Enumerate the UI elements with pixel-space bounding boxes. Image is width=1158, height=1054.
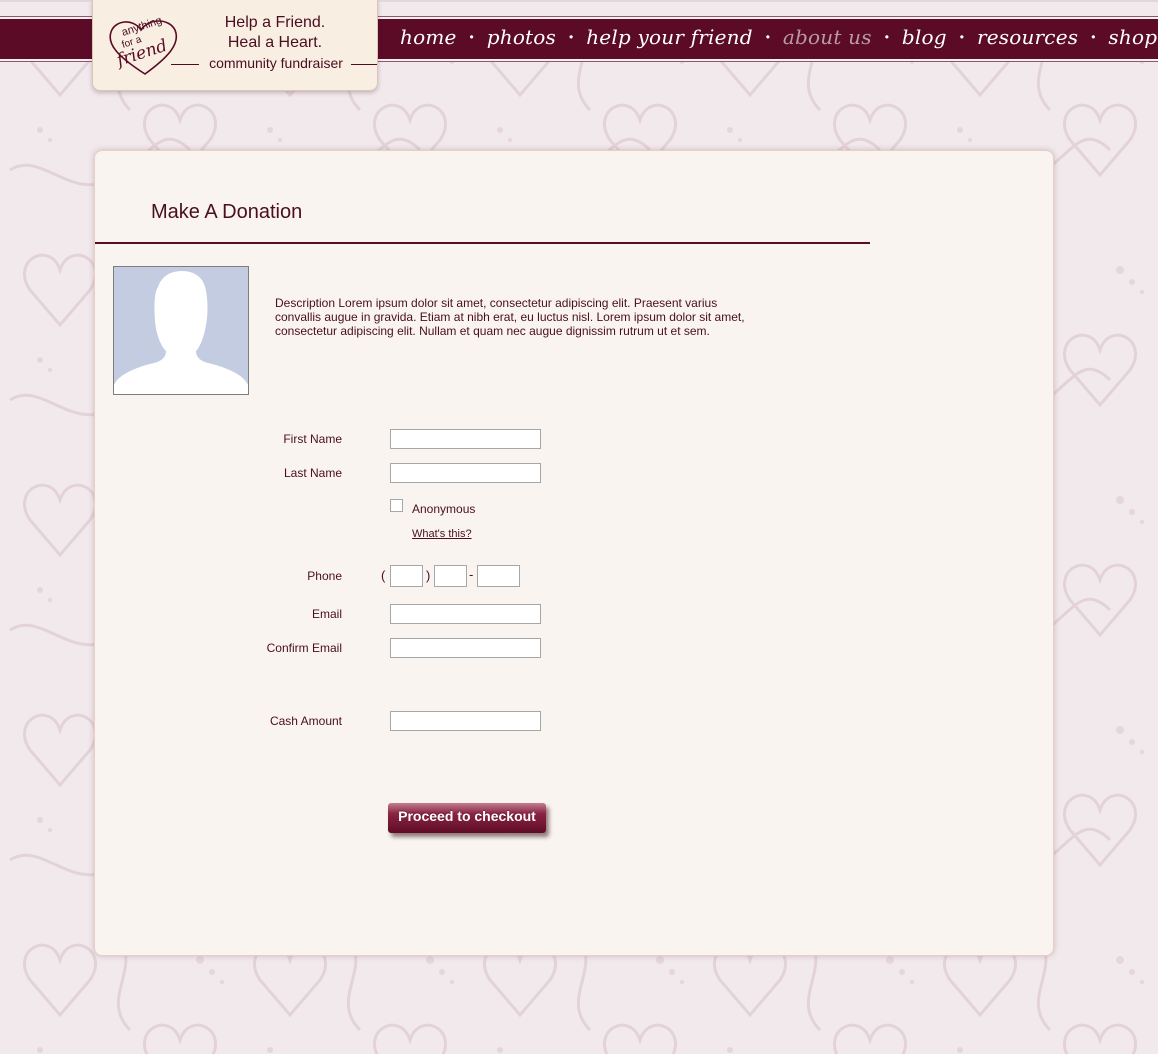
confirm-email-label: Confirm Email xyxy=(266,641,342,655)
cash-amount-label: Cash Amount xyxy=(269,714,342,728)
title-divider xyxy=(95,242,870,244)
logo-subtitle: community fundraiser xyxy=(209,55,343,71)
logo-tagline-1: Help a Friend. xyxy=(224,14,326,31)
donation-description: Description Lorem ipsum dolor sit amet, … xyxy=(275,296,745,338)
phone-close-paren: ) xyxy=(426,568,431,583)
anonymous-label: Anonymous xyxy=(412,502,476,516)
phone-line-input[interactable] xyxy=(477,565,520,587)
last-name-label: Last Name xyxy=(283,466,342,480)
email-input[interactable] xyxy=(390,604,541,624)
last-name-input[interactable] xyxy=(390,463,541,483)
confirm-email-input[interactable] xyxy=(390,638,541,658)
first-name-label: First Name xyxy=(283,432,342,446)
logo-divider xyxy=(171,64,199,65)
nav-shop[interactable]: shop xyxy=(1108,25,1157,49)
nav-home[interactable]: home xyxy=(400,25,457,49)
nav-about-us[interactable]: about us xyxy=(783,25,872,49)
anonymous-checkbox[interactable] xyxy=(390,499,403,512)
phone-area-code-input[interactable] xyxy=(390,565,423,587)
phone-label: Phone xyxy=(307,569,342,583)
profile-photo xyxy=(113,266,249,395)
phone-prefix-input[interactable] xyxy=(434,565,467,587)
nav-separator: • xyxy=(959,30,964,44)
nav-separator: • xyxy=(569,30,574,44)
cash-amount-input[interactable] xyxy=(390,711,541,731)
nav-separator: • xyxy=(884,30,889,44)
proceed-to-checkout-button[interactable]: Proceed to checkout xyxy=(388,803,546,833)
nav-blog[interactable]: blog xyxy=(902,25,947,49)
main-nav: home • photos • help your friend • about… xyxy=(400,20,1157,54)
logo-divider xyxy=(351,64,377,65)
donation-panel: Make A Donation Description Lorem ipsum … xyxy=(94,150,1054,956)
phone-dash: - xyxy=(469,567,474,582)
person-silhouette-icon xyxy=(114,271,248,394)
site-logo[interactable]: anything for a friend Help a Friend. Hea… xyxy=(92,0,378,91)
nav-help-your-friend[interactable]: help your friend xyxy=(586,25,753,49)
nav-separator: • xyxy=(765,30,770,44)
phone-open-paren: ( xyxy=(381,568,386,583)
nav-separator: • xyxy=(469,30,474,44)
first-name-input[interactable] xyxy=(390,429,541,449)
whats-this-link[interactable]: What's this? xyxy=(412,528,472,540)
nav-resources[interactable]: resources xyxy=(977,25,1078,49)
email-label: Email xyxy=(311,607,342,621)
nav-separator: • xyxy=(1091,30,1096,44)
nav-photos[interactable]: photos xyxy=(487,25,556,49)
logo-tagline-2: Heal a Heart. xyxy=(227,34,323,51)
page-title: Make A Donation xyxy=(151,201,303,223)
heart-logo-icon: anything for a friend xyxy=(109,15,178,75)
logo-mark-word: anything xyxy=(120,15,163,39)
